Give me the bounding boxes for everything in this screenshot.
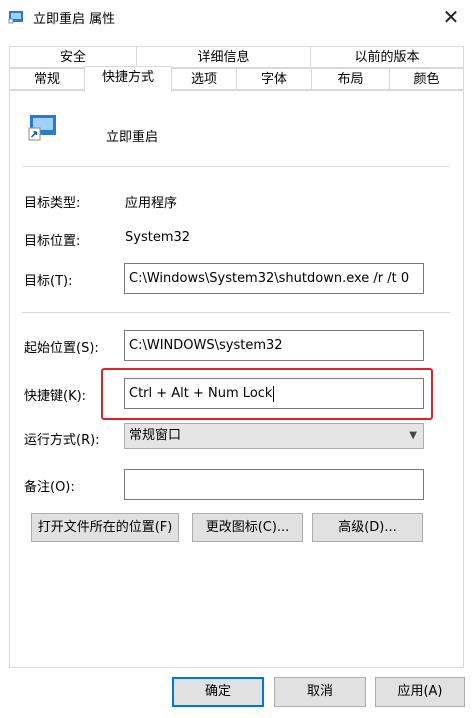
title-bar: 立即重启 属性 ✕ bbox=[0, 0, 474, 34]
window-title: 立即重启 属性 bbox=[33, 12, 116, 27]
change-icon-button[interactable]: 更改图标(C)... bbox=[192, 513, 303, 542]
target-location-value: System32 bbox=[125, 230, 191, 245]
chevron-down-icon: ▼ bbox=[409, 430, 417, 441]
tab-security[interactable]: 安全 bbox=[9, 46, 137, 68]
target-field[interactable]: C:\Windows\System32\shutdown.exe /r /t 0 bbox=[124, 263, 424, 294]
comment-label: 备注(O): bbox=[24, 480, 75, 495]
target-type-value: 应用程序 bbox=[125, 196, 178, 211]
start-in-label: 起始位置(S): bbox=[24, 341, 99, 356]
target-type-label: 目标类型: bbox=[24, 196, 81, 211]
shortcut-name: 立即重启 bbox=[106, 130, 159, 145]
tab-previous-versions[interactable]: 以前的版本 bbox=[310, 46, 464, 68]
app-icon bbox=[8, 11, 23, 24]
close-button[interactable]: ✕ bbox=[428, 0, 474, 34]
advanced-button[interactable]: 高级(D)... bbox=[312, 513, 423, 542]
tab-general[interactable]: 常规 bbox=[9, 68, 85, 90]
apply-button[interactable]: 应用(A) bbox=[375, 677, 465, 707]
run-label: 运行方式(R): bbox=[24, 433, 100, 448]
open-file-location-button[interactable]: 打开文件所在的位置(F) bbox=[31, 513, 179, 542]
divider-top bbox=[22, 166, 450, 167]
cancel-button[interactable]: 取消 bbox=[274, 677, 366, 707]
tab-font[interactable]: 字体 bbox=[236, 68, 312, 90]
tab-options[interactable]: 选项 bbox=[171, 68, 237, 90]
run-select[interactable]: 常规窗口 ▼ bbox=[124, 423, 424, 449]
tab-shortcut[interactable]: 快捷方式 bbox=[84, 66, 172, 92]
shortcut-icon bbox=[28, 115, 56, 141]
hotkey-label: 快捷键(K): bbox=[24, 389, 87, 404]
target-location-label: 目标位置: bbox=[24, 234, 81, 249]
tab-details[interactable]: 详细信息 bbox=[136, 46, 311, 68]
comment-field[interactable] bbox=[124, 469, 424, 500]
target-label: 目标(T): bbox=[24, 274, 73, 289]
tab-colors[interactable]: 颜色 bbox=[389, 68, 464, 90]
tab-layout[interactable]: 布局 bbox=[311, 68, 390, 90]
start-in-field[interactable]: C:\WINDOWS\system32 bbox=[124, 330, 424, 361]
divider-middle bbox=[22, 312, 450, 313]
hotkey-highlight bbox=[101, 368, 433, 420]
ok-button[interactable]: 确定 bbox=[172, 677, 264, 707]
close-icon: ✕ bbox=[442, 5, 460, 29]
